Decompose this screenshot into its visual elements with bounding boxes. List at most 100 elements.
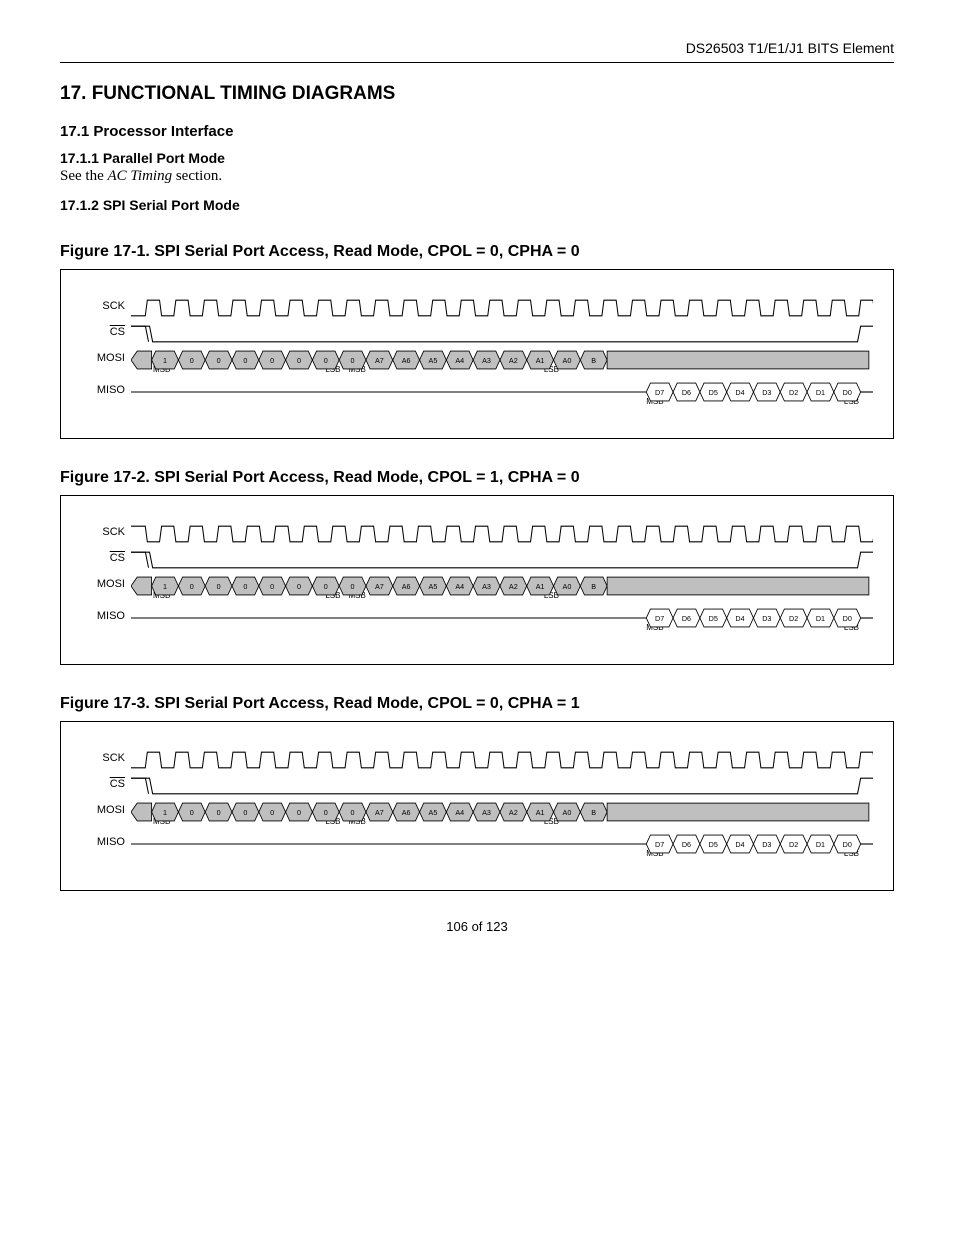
page-header: DS26503 T1/E1/J1 BITS Element	[60, 40, 894, 56]
svg-text:D4: D4	[735, 840, 744, 849]
svg-text:0: 0	[190, 582, 194, 591]
signal-label-mosi: MOSI	[81, 578, 131, 590]
svg-text:D5: D5	[709, 840, 718, 849]
svg-text:B: B	[591, 356, 596, 365]
svg-text:0: 0	[190, 356, 194, 365]
svg-text:0: 0	[190, 808, 194, 817]
svg-text:A7: A7	[375, 808, 384, 817]
text-fragment-italic: AC Timing	[107, 168, 172, 184]
svg-text:0: 0	[270, 582, 274, 591]
svg-text:A0: A0	[563, 356, 572, 365]
svg-text:A5: A5	[429, 356, 438, 365]
svg-text:A4: A4	[455, 582, 464, 591]
text-fragment: section.	[172, 168, 222, 184]
page-footer: 106 of 123	[60, 919, 894, 934]
body-text: See the AC Timing section.	[60, 168, 894, 185]
svg-text:A3: A3	[482, 356, 491, 365]
svg-text:A1: A1	[536, 356, 545, 365]
svg-text:0: 0	[243, 356, 247, 365]
svg-text:1: 1	[163, 356, 167, 365]
signal-label-mosi: MOSI	[81, 352, 131, 364]
svg-text:D5: D5	[709, 614, 718, 623]
svg-text:0: 0	[324, 356, 328, 365]
mosi-waveform: 10000000A7A6A5A4A3A2A1A0B	[131, 576, 873, 592]
miso-waveform: D7D6D5D4D3D2D1D0	[131, 382, 873, 398]
svg-text:D2: D2	[789, 388, 798, 397]
svg-text:D1: D1	[816, 614, 825, 623]
svg-text:D0: D0	[843, 840, 852, 849]
svg-text:1: 1	[163, 582, 167, 591]
svg-text:0: 0	[217, 808, 221, 817]
svg-text:0: 0	[243, 582, 247, 591]
text-fragment: See the	[60, 168, 107, 184]
svg-text:0: 0	[351, 582, 355, 591]
svg-text:A2: A2	[509, 582, 518, 591]
signal-label-sck: SCK	[81, 752, 131, 764]
svg-text:A0: A0	[563, 582, 572, 591]
svg-text:0: 0	[351, 356, 355, 365]
svg-text:D0: D0	[843, 388, 852, 397]
svg-text:0: 0	[243, 808, 247, 817]
cs-waveform	[131, 776, 873, 792]
subsubsection-heading: 17.1.1 Parallel Port Mode	[60, 150, 894, 166]
signal-label-sck: SCK	[81, 526, 131, 538]
svg-text:D3: D3	[762, 840, 771, 849]
cs-waveform	[131, 324, 873, 340]
svg-text:A4: A4	[455, 808, 464, 817]
svg-text:A5: A5	[429, 582, 438, 591]
signal-label-cs: CS	[81, 778, 131, 790]
miso-waveform: D7D6D5D4D3D2D1D0	[131, 608, 873, 624]
svg-text:A6: A6	[402, 582, 411, 591]
svg-text:D2: D2	[789, 614, 798, 623]
header-rule	[60, 62, 894, 63]
svg-text:D5: D5	[709, 388, 718, 397]
svg-text:A1: A1	[536, 808, 545, 817]
timing-diagram: SCKCS MOSI10000000A7A6A5A4A3A2A1A0B MSB …	[60, 269, 894, 439]
svg-text:A4: A4	[455, 356, 464, 365]
svg-text:A0: A0	[563, 808, 572, 817]
svg-text:0: 0	[270, 808, 274, 817]
signal-label-miso: MISO	[81, 384, 131, 396]
svg-text:D1: D1	[816, 388, 825, 397]
svg-text:0: 0	[270, 356, 274, 365]
svg-text:A6: A6	[402, 808, 411, 817]
svg-text:0: 0	[217, 356, 221, 365]
svg-text:A7: A7	[375, 356, 384, 365]
svg-text:D6: D6	[682, 840, 691, 849]
signal-label-mosi: MOSI	[81, 804, 131, 816]
figure-caption: Figure 17-3. SPI Serial Port Access, Rea…	[60, 695, 894, 713]
signal-label-sck: SCK	[81, 300, 131, 312]
svg-text:0: 0	[297, 356, 301, 365]
svg-text:A1: A1	[536, 582, 545, 591]
svg-text:A6: A6	[402, 356, 411, 365]
sck-waveform	[131, 524, 873, 540]
signal-label-cs: CS	[81, 326, 131, 338]
svg-text:0: 0	[217, 582, 221, 591]
svg-text:B: B	[591, 808, 596, 817]
mosi-waveform: 10000000A7A6A5A4A3A2A1A0B	[131, 350, 873, 366]
subsection-heading: 17.1 Processor Interface	[60, 123, 894, 140]
miso-waveform: D7D6D5D4D3D2D1D0	[131, 834, 873, 850]
svg-text:D4: D4	[735, 614, 744, 623]
timing-diagram: SCKCS MOSI10000000A7A6A5A4A3A2A1A0B MSB …	[60, 721, 894, 891]
svg-text:1: 1	[163, 808, 167, 817]
svg-text:0: 0	[324, 808, 328, 817]
sck-waveform	[131, 750, 873, 766]
figure-caption: Figure 17-1. SPI Serial Port Access, Rea…	[60, 243, 894, 261]
svg-text:D7: D7	[655, 614, 664, 623]
svg-text:B: B	[591, 582, 596, 591]
svg-text:A5: A5	[429, 808, 438, 817]
section-heading: 17. FUNCTIONAL TIMING DIAGRAMS	[60, 83, 894, 105]
svg-text:A3: A3	[482, 808, 491, 817]
svg-text:A3: A3	[482, 582, 491, 591]
svg-text:D3: D3	[762, 614, 771, 623]
svg-text:D7: D7	[655, 388, 664, 397]
signal-label-miso: MISO	[81, 836, 131, 848]
signal-label-cs: CS	[81, 552, 131, 564]
svg-text:0: 0	[297, 808, 301, 817]
sck-waveform	[131, 298, 873, 314]
svg-text:A7: A7	[375, 582, 384, 591]
svg-text:D6: D6	[682, 388, 691, 397]
svg-text:D7: D7	[655, 840, 664, 849]
cs-waveform	[131, 550, 873, 566]
